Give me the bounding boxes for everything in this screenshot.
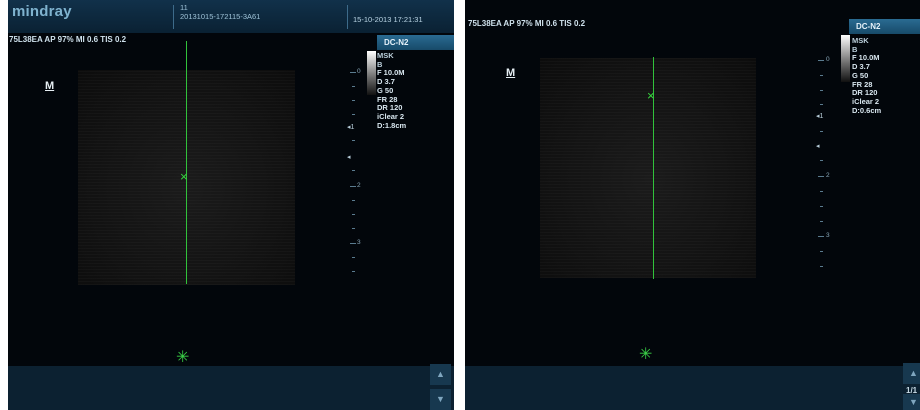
patient-exam-id: 11 20131015-172115-3A61 xyxy=(180,3,261,21)
depth-tick xyxy=(820,90,823,91)
depth-label: 2 xyxy=(357,182,361,189)
depth-label: 3 xyxy=(357,239,361,246)
depth-tick xyxy=(352,257,355,258)
depth-tick xyxy=(820,266,823,267)
sample-gate-marker[interactable]: × xyxy=(180,170,188,183)
imaging-params-list: MSK B F 10.0M D 3.7 G 50 FR 28 DR 120 iC… xyxy=(377,51,407,130)
depth-tick xyxy=(820,251,823,252)
depth-tick xyxy=(350,72,356,73)
gray-scale-bar xyxy=(841,35,850,82)
depth-label: 0 xyxy=(826,56,830,63)
scroll-up-button[interactable]: ▲ xyxy=(430,364,451,385)
date-time: 15-10-2013 17:21:31 xyxy=(353,15,423,24)
depth-tick xyxy=(818,236,824,237)
m-mode-badge: M xyxy=(45,80,55,92)
sample-gate-marker[interactable]: × xyxy=(647,89,655,102)
depth-tick xyxy=(352,200,355,201)
depth-tick xyxy=(818,60,824,61)
depth-tick xyxy=(352,100,355,101)
probe-status-line: 75L38EA AP 97% MI 0.6 TIS 0.2 xyxy=(468,19,586,28)
imaging-params-list: MSK B F 10.0M D 3.7 G 50 FR 28 DR 120 iC… xyxy=(852,36,882,115)
depth-tick xyxy=(820,131,823,132)
depth-tick xyxy=(352,86,355,87)
mindray-logo: mindray xyxy=(12,3,72,20)
m-mode-star-icon[interactable]: ✳ xyxy=(176,350,189,366)
focus-marker-secondary[interactable]: ◂ xyxy=(347,153,351,161)
focus-position-marker[interactable]: ◂1 xyxy=(347,123,354,131)
focus-position-marker[interactable]: ◂1 xyxy=(816,112,823,120)
left-ultrasound-screen: mindray 11 20131015-172115-3A61 15-10-20… xyxy=(8,0,454,410)
depth-tick xyxy=(352,170,355,171)
depth-tick xyxy=(350,186,356,187)
header-divider xyxy=(173,5,174,29)
right-ultrasound-screen: 75L38EA AP 97% MI 0.6 TIS 0.2 DC-N2 MSK … xyxy=(465,0,920,410)
depth-label: 2 xyxy=(826,172,830,179)
m-mode-badge: M xyxy=(506,67,516,79)
trace-area xyxy=(465,366,920,410)
depth-label: 0 xyxy=(357,68,361,75)
scroll-down-button[interactable]: ▼ xyxy=(903,394,920,410)
depth-tick xyxy=(820,104,823,105)
depth-tick xyxy=(820,160,823,161)
depth-tick xyxy=(820,191,823,192)
gray-scale-bar xyxy=(367,51,376,95)
preset-header[interactable]: DC-N2 xyxy=(849,19,920,34)
header-bar: mindray 11 20131015-172115-3A61 15-10-20… xyxy=(8,0,454,33)
m-mode-star-icon[interactable]: ✳ xyxy=(639,347,652,363)
depth-tick xyxy=(352,114,355,115)
focus-marker-secondary[interactable]: ◂ xyxy=(816,142,820,150)
m-line-cursor[interactable] xyxy=(186,41,187,284)
depth-label: 3 xyxy=(826,232,830,239)
param-measure-depth: D:0.6cm xyxy=(852,105,882,115)
header-divider xyxy=(347,5,348,29)
probe-status-line: 75L38EA AP 97% MI 0.6 TIS 0.2 xyxy=(9,35,127,44)
depth-tick xyxy=(352,228,355,229)
preset-header[interactable]: DC-N2 xyxy=(377,35,454,50)
depth-tick xyxy=(818,176,824,177)
scroll-down-button[interactable]: ▼ xyxy=(430,389,451,410)
depth-tick xyxy=(352,140,355,141)
scroll-up-button[interactable]: ▲ xyxy=(903,363,920,384)
depth-tick xyxy=(352,271,355,272)
depth-tick xyxy=(352,214,355,215)
trace-area xyxy=(8,366,454,410)
depth-tick xyxy=(350,243,356,244)
param-measure-depth: D:1.8cm xyxy=(377,120,407,130)
depth-tick xyxy=(820,75,823,76)
depth-tick xyxy=(820,206,823,207)
depth-tick xyxy=(820,221,823,222)
